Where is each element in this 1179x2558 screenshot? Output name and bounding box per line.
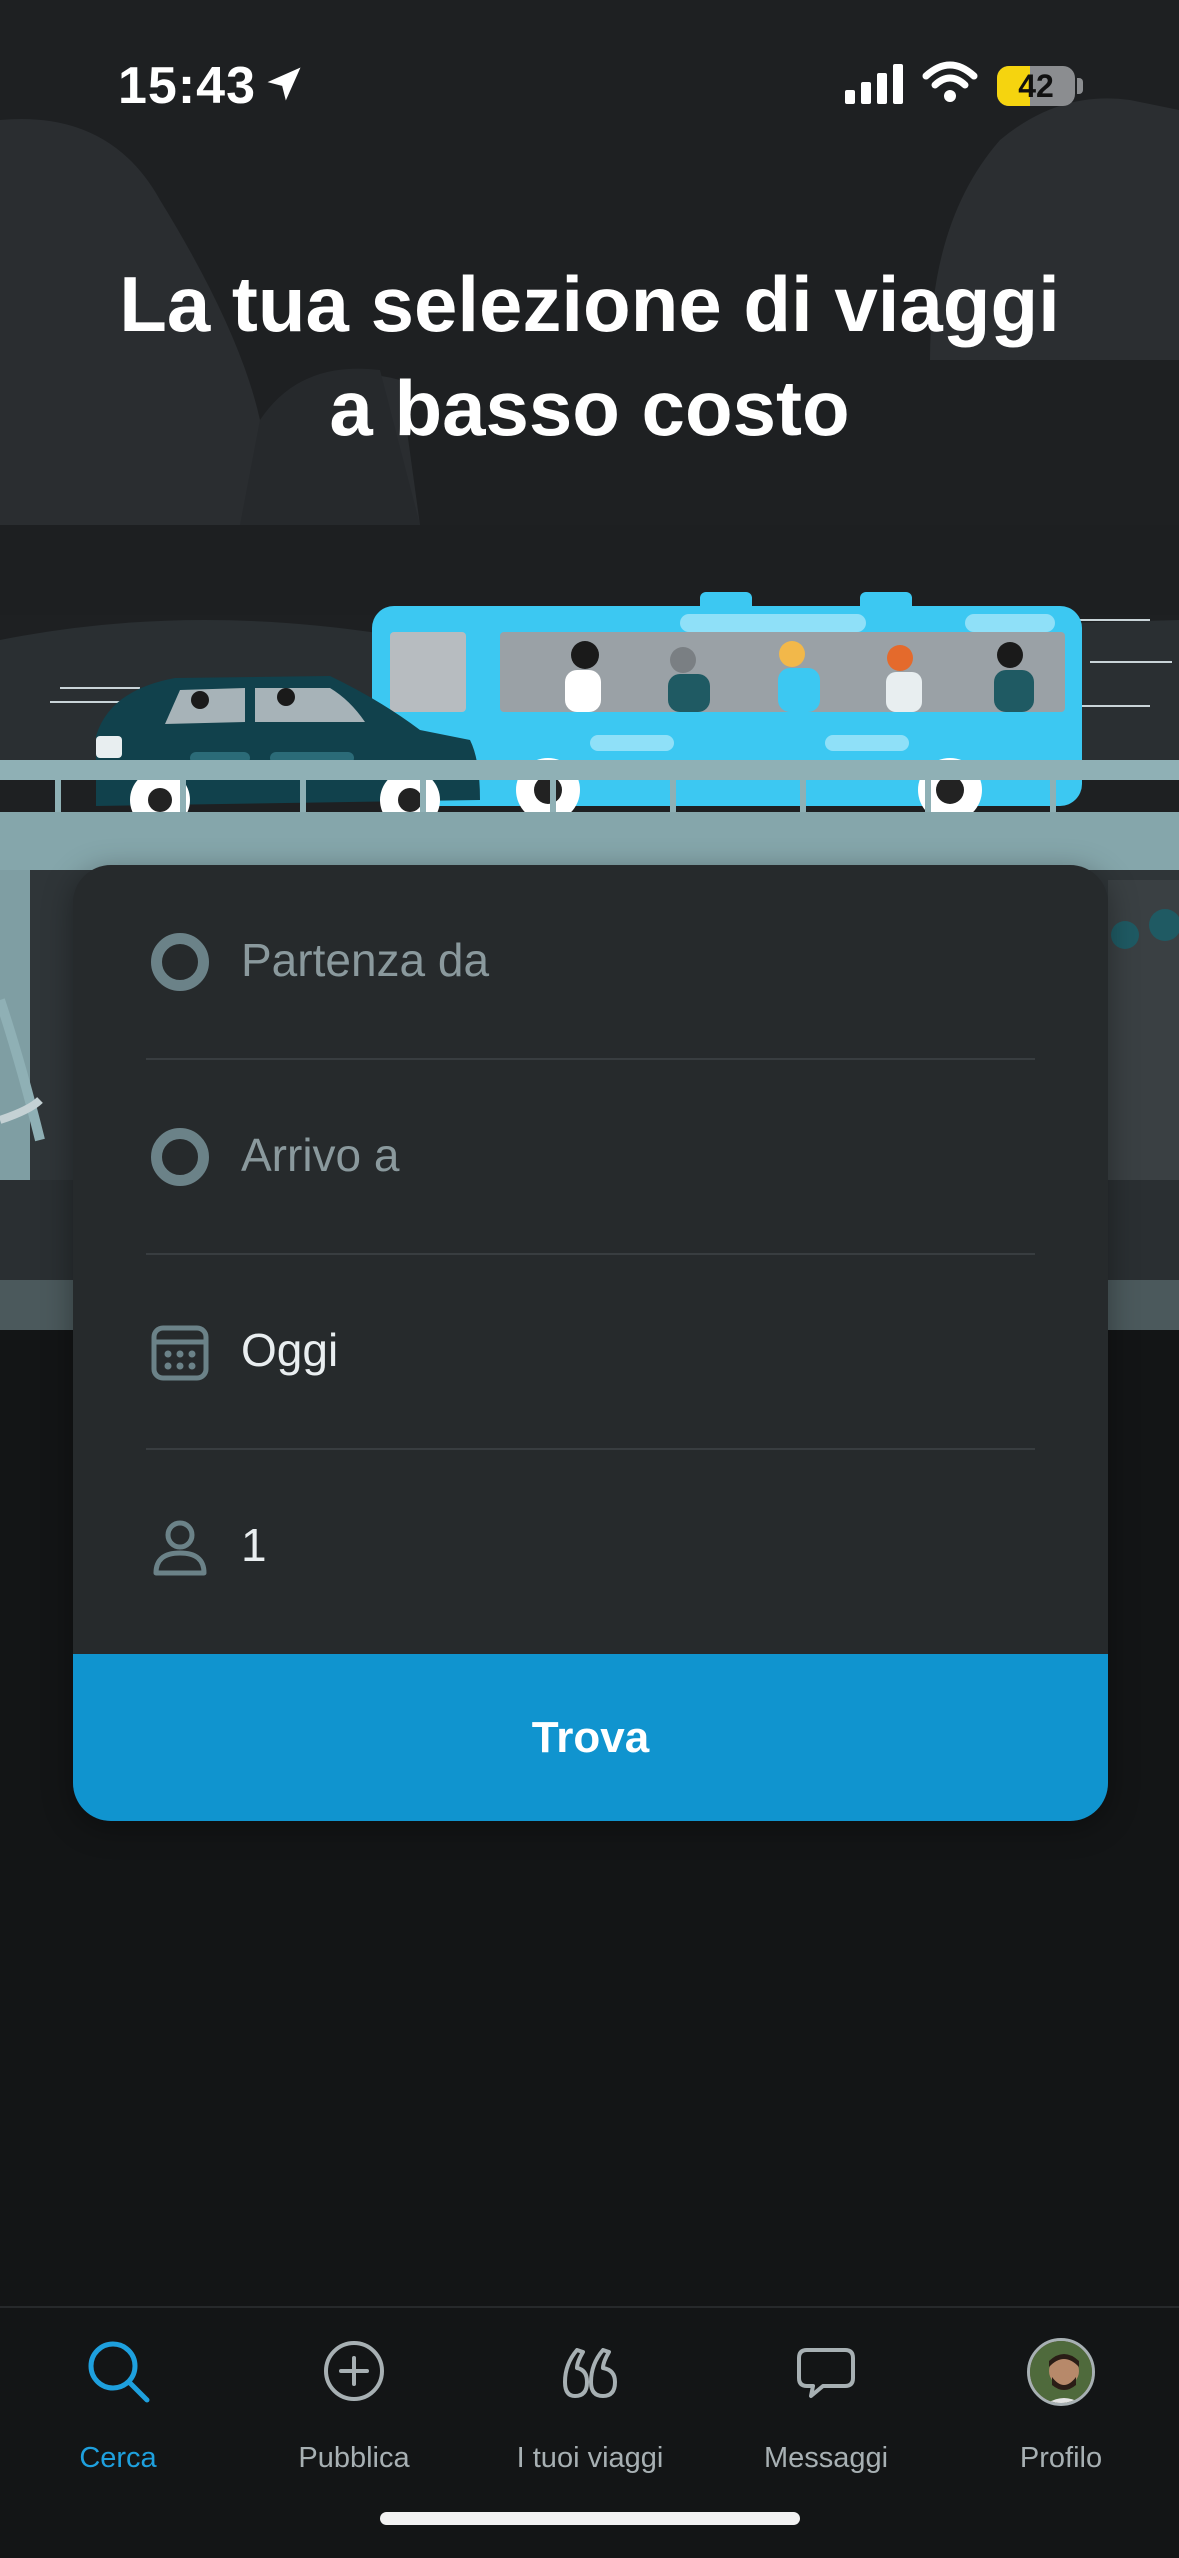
person-icon bbox=[153, 1520, 207, 1576]
title-line-2: a basso costo bbox=[329, 364, 850, 452]
tab-label: Profilo bbox=[1019, 2442, 1103, 2474]
page-title: La tua selezione di viaggi a basso costo bbox=[40, 252, 1139, 460]
tab-label: Cerca bbox=[79, 2442, 157, 2474]
date-field[interactable]: Oggi bbox=[73, 1255, 1108, 1450]
title-line-1: La tua selezione di viaggi bbox=[119, 260, 1060, 348]
passengers-value: 1 bbox=[241, 1519, 267, 1571]
arrival-circle-icon bbox=[151, 1128, 209, 1186]
calendar-icon bbox=[151, 1325, 209, 1381]
tab-i-tuoi-viaggi[interactable]: I tuoi viaggi bbox=[472, 2328, 708, 2478]
date-value: Oggi bbox=[241, 1324, 339, 1376]
search-icon bbox=[88, 2341, 150, 2403]
departure-circle-icon bbox=[151, 933, 209, 991]
departure-placeholder: Partenza da bbox=[241, 934, 490, 986]
arrival-field[interactable]: Arrivo a bbox=[73, 1060, 1108, 1255]
tab-messaggi[interactable]: Messaggi bbox=[708, 2328, 944, 2478]
search-card: Partenza da Arrivo a Oggi 1 Trova bbox=[73, 865, 1108, 1821]
status-time: 15:43 bbox=[118, 57, 256, 115]
battery-indicator: 42 bbox=[997, 66, 1075, 106]
battery-level: 42 bbox=[1018, 68, 1054, 104]
avatar bbox=[1027, 2338, 1095, 2406]
tab-label: I tuoi viaggi bbox=[516, 2442, 664, 2474]
plus-circle-icon bbox=[324, 2341, 384, 2401]
passengers-field[interactable]: 1 bbox=[73, 1450, 1108, 1645]
departure-field[interactable]: Partenza da bbox=[73, 865, 1108, 1060]
quotes-icon bbox=[563, 2348, 617, 2398]
tab-label: Pubblica bbox=[298, 2442, 410, 2474]
battery-nub bbox=[1077, 78, 1083, 94]
chat-icon bbox=[797, 2348, 855, 2398]
wifi-icon bbox=[922, 61, 978, 102]
location-arrow-icon bbox=[267, 67, 301, 101]
avatar-image bbox=[1030, 2341, 1092, 2403]
tab-cerca[interactable]: Cerca bbox=[0, 2328, 236, 2478]
arrival-placeholder: Arrivo a bbox=[241, 1129, 400, 1181]
tab-pubblica[interactable]: Pubblica bbox=[236, 2328, 472, 2478]
find-button[interactable]: Trova bbox=[73, 1654, 1108, 1821]
home-indicator[interactable] bbox=[380, 2512, 800, 2525]
tab-profilo[interactable]: Profilo bbox=[943, 2328, 1179, 2478]
status-bar: 15:43 42 bbox=[0, 0, 1179, 170]
tab-label: Messaggi bbox=[763, 2442, 889, 2474]
cellular-signal-icon bbox=[845, 64, 903, 104]
